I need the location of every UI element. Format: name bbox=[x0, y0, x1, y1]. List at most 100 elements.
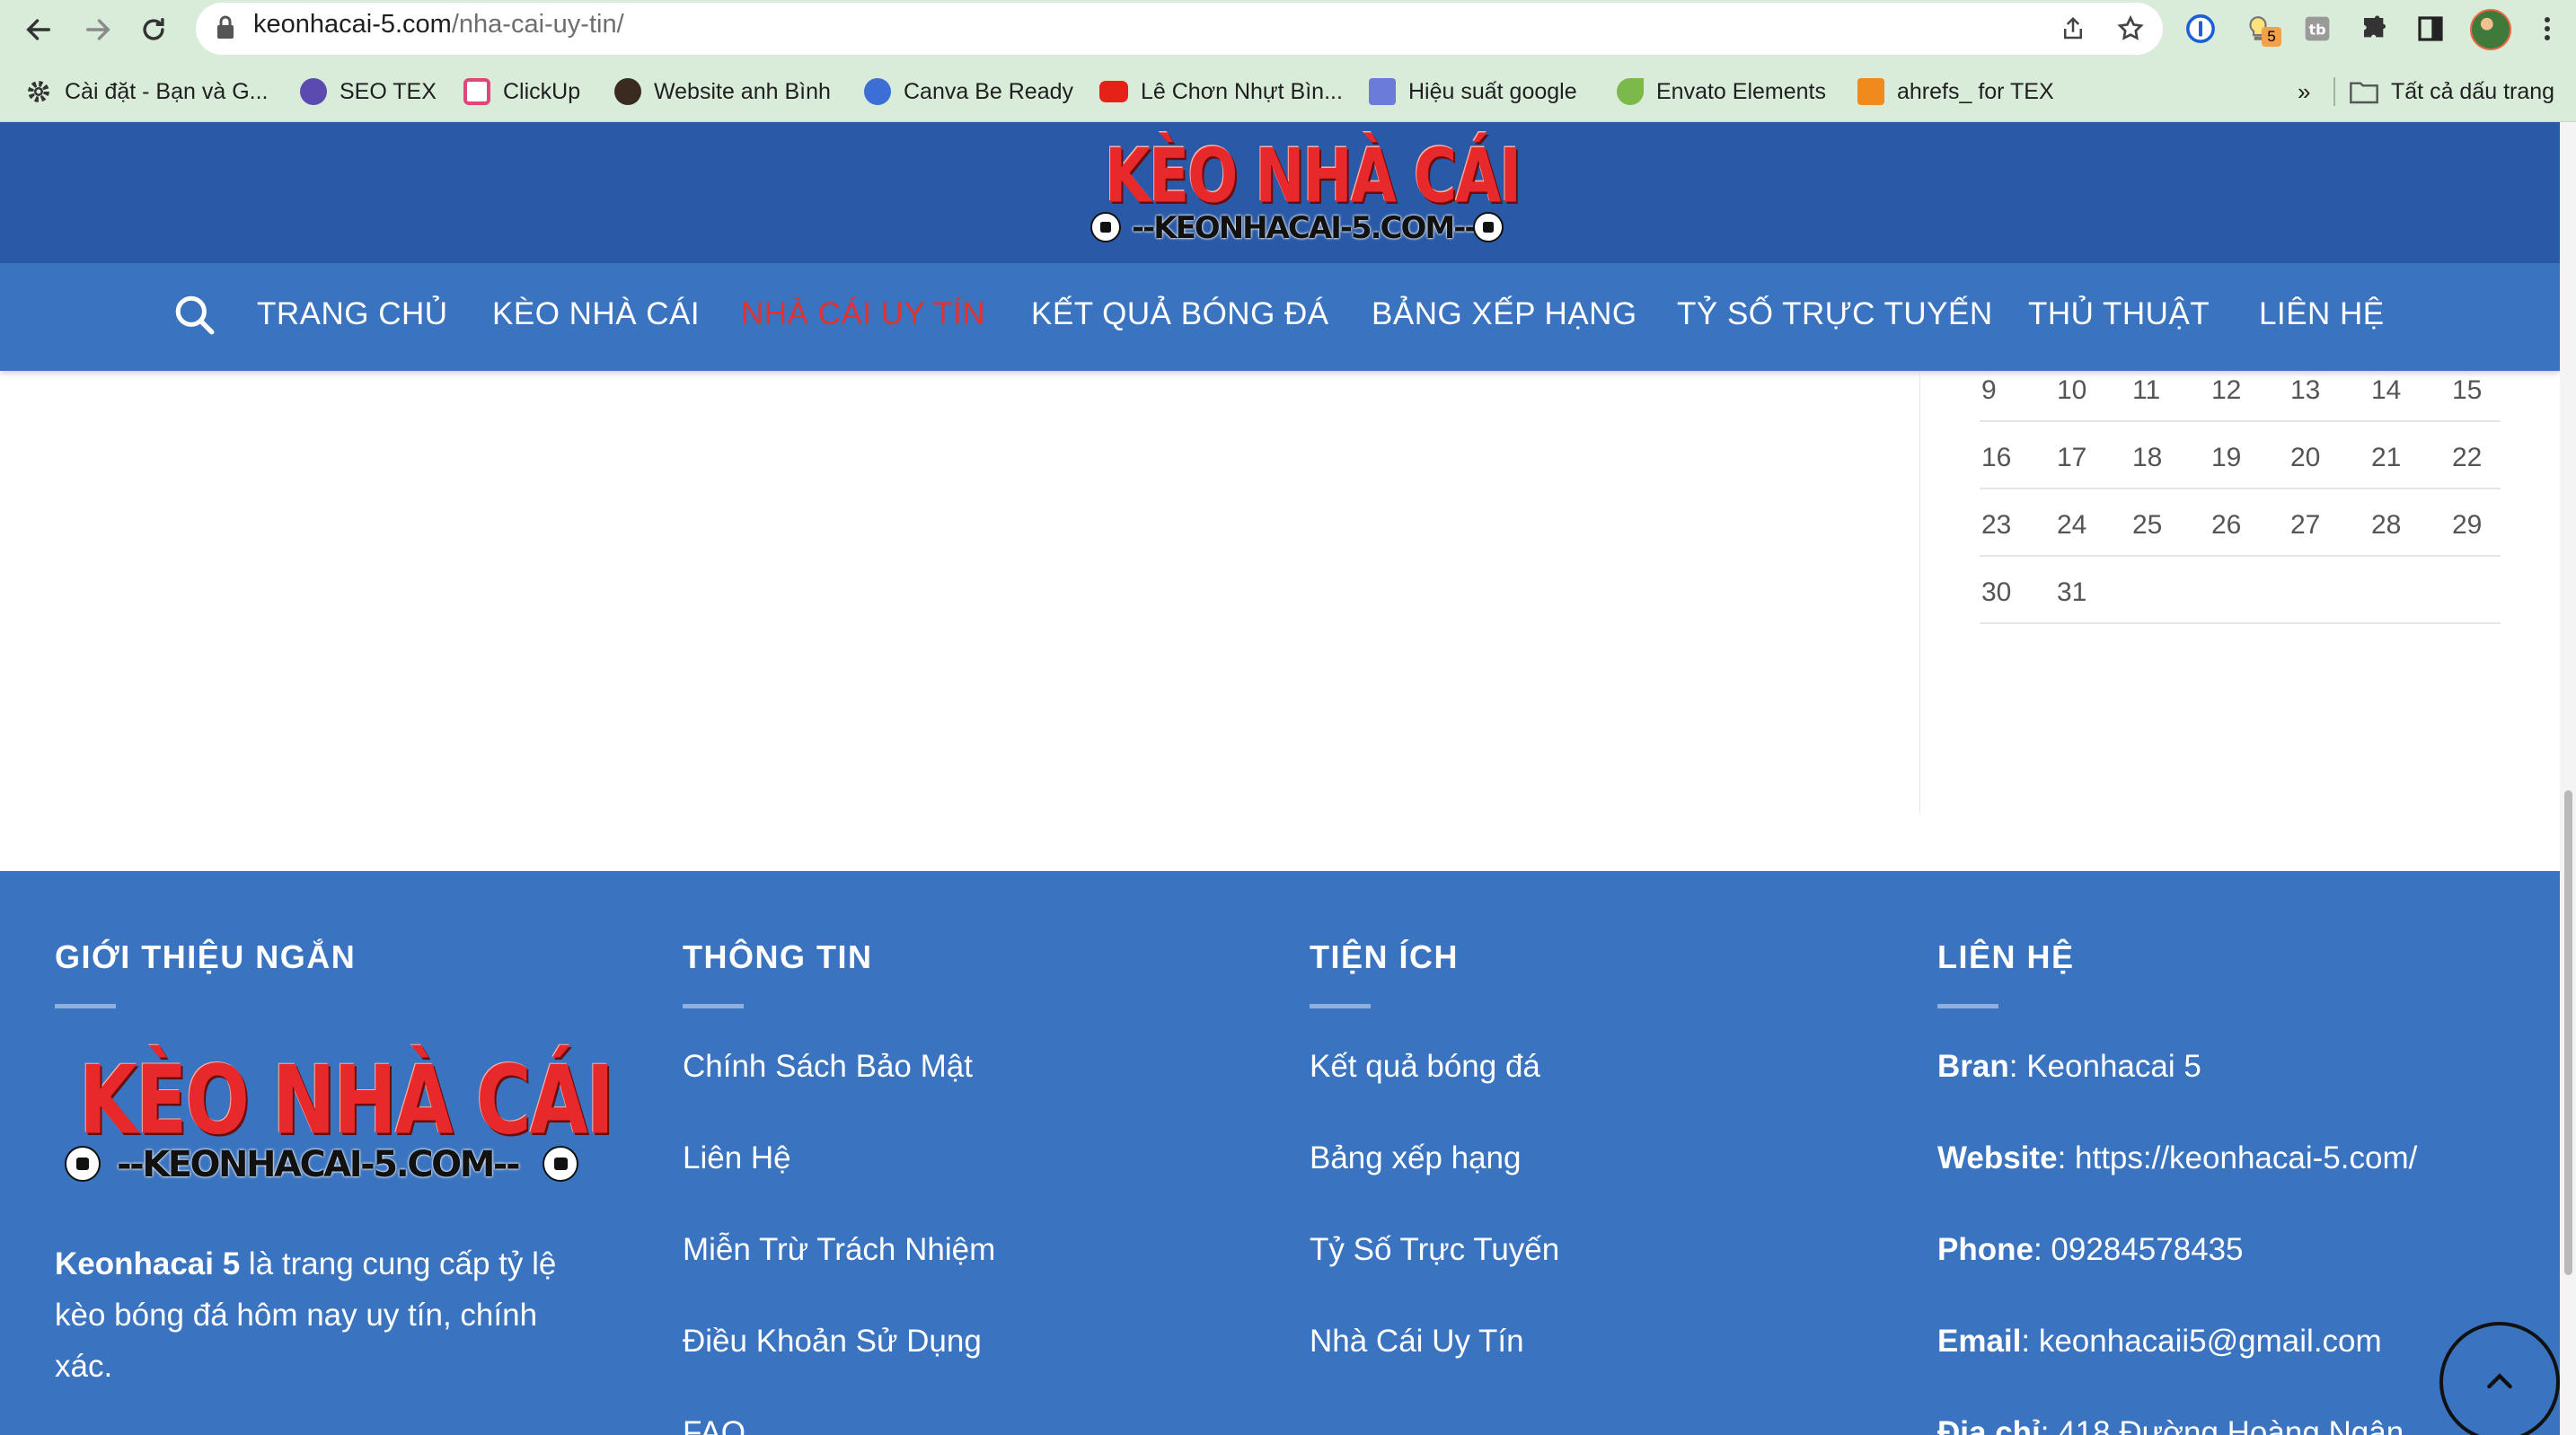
logo-title: KÈO NHÀ CÁI bbox=[79, 1045, 614, 1156]
reload-button[interactable] bbox=[131, 7, 176, 52]
footer-link-results[interactable]: Kết quả bóng đá bbox=[1310, 1049, 1540, 1085]
logo-subtitle: --KEONHACAI-5.COM-- bbox=[117, 1144, 521, 1185]
calendar-day: 26 bbox=[2211, 510, 2242, 540]
calendar-row-divider bbox=[1980, 420, 2501, 422]
calendar-day: 11 bbox=[2132, 375, 2161, 405]
calendar-day: 21 bbox=[2371, 443, 2402, 472]
reload-icon bbox=[143, 17, 164, 40]
bookmark-label: ahrefs_ for TEX bbox=[1897, 78, 2054, 104]
back-to-top-button[interactable] bbox=[2439, 1322, 2560, 1435]
footer-heading-info: THÔNG TIN bbox=[683, 938, 873, 975]
footer-link-live-scores[interactable]: Tỷ Số Trực Tuyến bbox=[1310, 1232, 1559, 1268]
canva-icon bbox=[864, 78, 891, 105]
contact-email[interactable]: Email: keonhacaii5@gmail.com bbox=[1937, 1324, 2382, 1360]
lock-icon[interactable] bbox=[216, 14, 235, 41]
calendar-row-divider bbox=[1980, 555, 2501, 557]
bookmark-star-icon[interactable] bbox=[2113, 11, 2148, 47]
search-icon[interactable] bbox=[172, 293, 217, 338]
soccer-ball-icon bbox=[65, 1146, 101, 1182]
bookmark-website-anh-binh[interactable]: Website anh Bình bbox=[614, 74, 831, 110]
side-panel-icon[interactable] bbox=[2411, 9, 2450, 48]
soccer-ball-icon bbox=[1090, 212, 1121, 242]
url-domain: keonhacai-5.com bbox=[253, 10, 452, 39]
bookmark-ahrefs[interactable]: ahrefs_ for TEX bbox=[1857, 74, 2054, 110]
kebab-menu-icon[interactable] bbox=[2527, 9, 2567, 48]
bookmark-envato[interactable]: Envato Elements bbox=[1617, 74, 1826, 110]
profile-avatar[interactable] bbox=[2470, 9, 2511, 50]
bookmark-label: Canva Be Ready bbox=[904, 78, 1074, 104]
bookmark-youtube[interactable]: Lê Chơn Nhựt Bìn... bbox=[1099, 74, 1343, 110]
logo-subtitle: --KEONHACAI-5.COM-- bbox=[1132, 210, 1477, 246]
back-button[interactable] bbox=[16, 7, 61, 52]
intro-line-3: xác. bbox=[55, 1349, 113, 1384]
svg-text:tb: tb bbox=[2308, 22, 2325, 39]
footer-link-terms[interactable]: Điều Khoản Sử Dụng bbox=[683, 1324, 982, 1360]
contact-label: Địa chỉ bbox=[1937, 1415, 2041, 1435]
share-icon[interactable] bbox=[2055, 11, 2091, 47]
bookmark-label: Lê Chơn Nhựt Bìn... bbox=[1141, 78, 1343, 104]
bookmark-canva[interactable]: Canva Be Ready bbox=[864, 74, 1073, 110]
footer-link-standings[interactable]: Bảng xếp hạng bbox=[1310, 1140, 1521, 1176]
bookmark-label: Cài đặt - Bạn và G... bbox=[65, 78, 269, 104]
bookmark-settings[interactable]: Cài đặt - Bạn và G... bbox=[25, 74, 269, 110]
footer-link-disclaimer[interactable]: Miễn Trừ Trách Nhiệm bbox=[683, 1232, 995, 1268]
nav-trang-chu[interactable]: TRANG CHỦ bbox=[257, 296, 448, 332]
seo-extension-icon[interactable]: tb bbox=[2298, 9, 2337, 48]
bookmark-label: Hiệu suất google bbox=[1408, 78, 1577, 104]
bookmark-separator bbox=[2333, 77, 2335, 106]
nav-lien-he[interactable]: LIÊN HỆ bbox=[2259, 296, 2385, 332]
site-logo[interactable]: KÈO NHÀ CÁI --KEONHACAI-5.COM-- bbox=[1089, 133, 1522, 251]
calendar-day: 19 bbox=[2211, 443, 2242, 472]
footer-heading-rule bbox=[55, 1004, 116, 1008]
calendar-day: 24 bbox=[2057, 510, 2087, 540]
forward-arrow-icon bbox=[85, 19, 110, 40]
url-path: /nha-cai-uy-tin/ bbox=[451, 10, 624, 39]
bookmarks-overflow-button[interactable]: » bbox=[2298, 74, 2310, 110]
bookmark-label: Tất cả dấu trang bbox=[2391, 78, 2555, 104]
nav-nha-cai-uy-tin[interactable]: NHÀ CÁI UY TÍN bbox=[741, 296, 985, 332]
back-arrow-icon bbox=[26, 19, 51, 40]
forward-button[interactable] bbox=[75, 7, 120, 52]
footer-link-trusted-bookmakers[interactable]: Nhà Cái Uy Tín bbox=[1310, 1324, 1524, 1360]
nav-ket-qua-bong-da[interactable]: KẾT QUẢ BÓNG ĐÁ bbox=[1031, 296, 1329, 332]
logo-title: KÈO NHÀ CÁI bbox=[1105, 133, 1522, 220]
calendar-day: 20 bbox=[2290, 443, 2321, 472]
all-bookmarks-folder[interactable]: Tất cả dấu trang bbox=[2350, 74, 2554, 110]
folder-icon bbox=[2350, 82, 2378, 104]
page-scrollbar-thumb[interactable] bbox=[2564, 790, 2572, 1275]
extensions-puzzle-icon[interactable] bbox=[2355, 9, 2395, 48]
calendar-row-divider bbox=[1980, 488, 2501, 489]
nav-keo-nha-cai[interactable]: KÈO NHÀ CÁI bbox=[492, 296, 700, 332]
contact-label: Email bbox=[1937, 1324, 2022, 1359]
bookmark-label: ClickUp bbox=[503, 78, 581, 104]
footer-link-privacy[interactable]: Chính Sách Bảo Mật bbox=[683, 1049, 973, 1085]
footer-link-faq[interactable]: FAQ bbox=[683, 1415, 745, 1435]
sidebar-divider bbox=[1919, 371, 1920, 814]
nav-thu-thuat[interactable]: THỦ THUẬT bbox=[2028, 296, 2210, 332]
intro-line-2: kèo bóng đá hôm nay uy tín, chính bbox=[55, 1298, 538, 1333]
google-perf-icon bbox=[1369, 78, 1396, 105]
extension-badge: 5 bbox=[2262, 27, 2281, 47]
avatar-icon bbox=[614, 78, 641, 105]
intro-brand: Keonhacai 5 bbox=[55, 1246, 241, 1281]
footer-logo[interactable]: KÈO NHÀ CÁI --KEONHACAI-5.COM-- bbox=[61, 1045, 614, 1193]
password-manager-icon[interactable] bbox=[2181, 9, 2220, 48]
contact-website[interactable]: Website: https://keonhacai-5.com/ bbox=[1937, 1140, 2417, 1176]
url-text[interactable]: keonhacai-5.com/nha-cai-uy-tin/ bbox=[253, 10, 624, 40]
calendar-day: 12 bbox=[2211, 375, 2242, 405]
calendar-day: 16 bbox=[1981, 443, 2012, 472]
footer-link-contact[interactable]: Liên Hệ bbox=[683, 1140, 791, 1176]
bookmark-seo-tex[interactable]: SEO TEX bbox=[300, 74, 437, 110]
envato-icon bbox=[1617, 78, 1644, 105]
seo-tex-icon bbox=[300, 78, 327, 105]
nav-bang-xep-hang[interactable]: BẢNG XẾP HẠNG bbox=[1372, 296, 1637, 332]
bookmark-clickup[interactable]: ClickUp bbox=[463, 74, 580, 110]
calendar-day: 15 bbox=[2452, 375, 2483, 405]
bookmark-hieu-suat-google[interactable]: Hiệu suất google bbox=[1369, 74, 1577, 110]
calendar-day: 29 bbox=[2452, 510, 2483, 540]
calendar-day: 25 bbox=[2132, 510, 2163, 540]
calendar-day: 31 bbox=[2057, 577, 2087, 607]
calendar-day: 18 bbox=[2132, 443, 2163, 472]
bookmark-label: SEO TEX bbox=[340, 78, 437, 104]
nav-ty-so-truc-tuyen[interactable]: TỶ SỐ TRỰC TUYẾN bbox=[1677, 296, 1993, 332]
